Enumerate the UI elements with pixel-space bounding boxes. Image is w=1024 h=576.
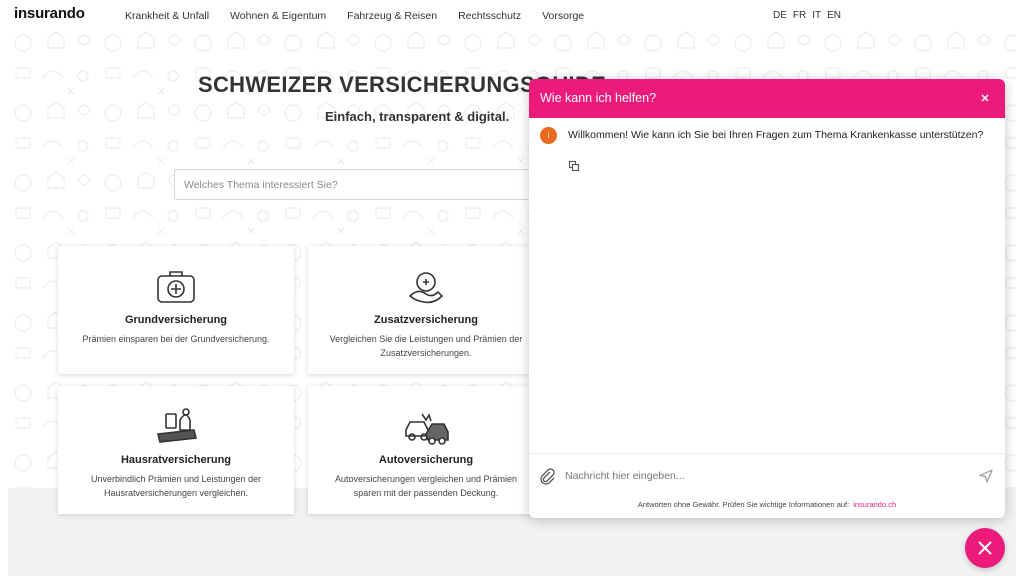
nav-link-krankheit-unfall[interactable]: Krankheit & Unfall <box>125 10 209 22</box>
lang-en[interactable]: EN <box>827 10 841 21</box>
chat-disclaimer: Antworten ohne Gewähr. Prüfen Sie wichti… <box>529 500 1005 509</box>
copy-icon[interactable] <box>568 160 580 172</box>
chat-divider <box>529 453 1005 454</box>
card-title: Grundversicherung <box>124 314 228 326</box>
lang-it[interactable]: IT <box>812 10 821 21</box>
disclaimer-link[interactable]: insurando.ch <box>853 500 896 509</box>
close-icon <box>978 541 992 555</box>
disclaimer-text: Antworten ohne Gewähr. Prüfen Sie wichti… <box>637 500 850 509</box>
chat-panel: Wie kann ich helfen? i Willkommen! Wie k… <box>529 79 1005 518</box>
chat-message-input[interactable] <box>565 467 965 485</box>
close-icon[interactable] <box>977 90 993 106</box>
card-description: Prämien einsparen bei der Grundversicher… <box>82 334 270 344</box>
nav-links: Krankheit & Unfall Wohnen & Eigentum Fah… <box>125 10 605 22</box>
topic-search-input[interactable] <box>174 169 554 200</box>
chat-header: Wie kann ich helfen? <box>529 79 1005 118</box>
send-icon[interactable] <box>979 469 993 483</box>
logo[interactable]: insurando <box>14 5 85 22</box>
card-description: Autoversicherungen vergleichen und Prämi… <box>334 474 518 498</box>
card-description: Vergleichen Sie die Leistungen und Prämi… <box>329 334 523 358</box>
chat-toggle-button[interactable] <box>965 528 1005 568</box>
chat-title: Wie kann ich helfen? <box>540 91 657 105</box>
card-grundversicherung[interactable]: Grundversicherung Prämien einsparen bei … <box>58 246 294 374</box>
household-items-icon <box>157 408 197 443</box>
card-title: Zusatzversicherung <box>374 314 478 326</box>
card-zusatzversicherung[interactable]: Zusatzversicherung Vergleichen Sie die L… <box>308 246 544 374</box>
nav-link-wohnen-eigentum[interactable]: Wohnen & Eigentum <box>230 10 326 22</box>
card-autoversicherung[interactable]: Autoversicherung Autoversicherungen verg… <box>308 386 544 514</box>
bot-welcome-message: Willkommen! Wie kann ich Sie bei Ihren F… <box>568 129 984 141</box>
card-description: Unverbindlich Prämien und Leistungen der… <box>90 474 262 498</box>
bot-avatar: i <box>540 127 557 144</box>
card-hausratversicherung[interactable]: Hausratversicherung Unverbindlich Prämie… <box>58 386 294 514</box>
page-subtitle: Einfach, transparent & digital. <box>325 109 510 124</box>
nav-link-vorsorge[interactable]: Vorsorge <box>542 10 584 22</box>
card-title: Hausratversicherung <box>120 454 232 466</box>
language-switcher: DE FR IT EN <box>773 10 847 21</box>
car-crash-icon <box>405 413 449 445</box>
paperclip-icon[interactable] <box>539 467 555 485</box>
lang-de[interactable]: DE <box>773 10 787 21</box>
nav-link-fahrzeug-reisen[interactable]: Fahrzeug & Reisen <box>347 10 437 22</box>
first-aid-kit-icon <box>157 271 195 303</box>
helping-hand-icon <box>408 272 444 304</box>
lang-fr[interactable]: FR <box>793 10 806 21</box>
card-title: Autoversicherung <box>378 454 474 466</box>
nav-link-rechtsschutz[interactable]: Rechtsschutz <box>458 10 521 22</box>
